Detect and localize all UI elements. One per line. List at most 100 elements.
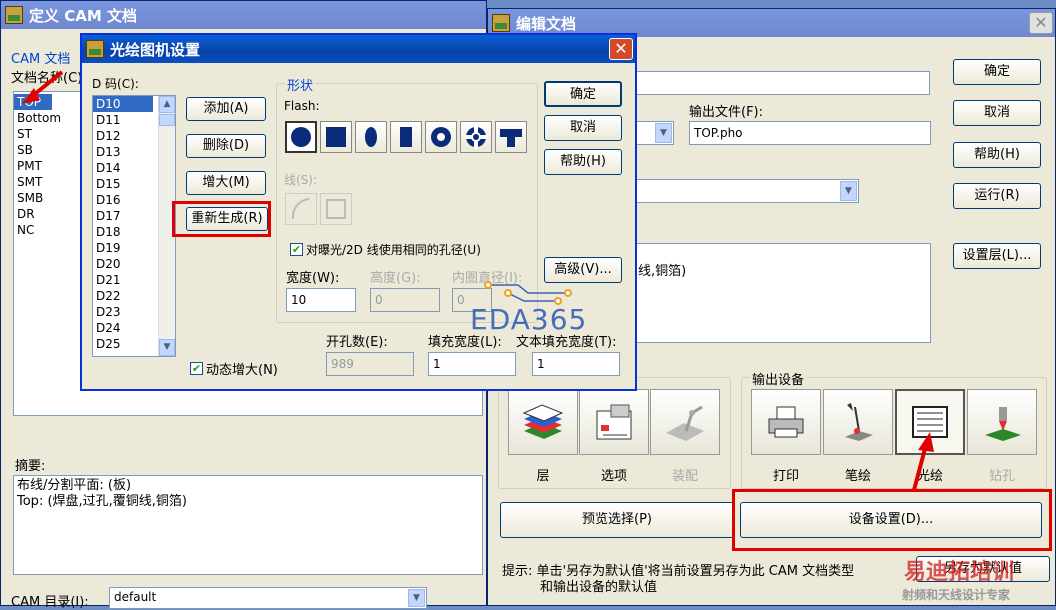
layer-summary-box: 线,铜箔) (634, 243, 931, 343)
chevron-down-icon[interactable]: ▼ (840, 181, 857, 201)
line-round-shape (285, 193, 317, 225)
photo-plotter-label: 光绘 (916, 469, 943, 484)
photo-plotter-device-button[interactable] (895, 389, 965, 455)
fill-width-label: 填充宽度(L): (428, 335, 502, 350)
photo-plotter-icon (912, 406, 948, 438)
pads-app-icon (86, 40, 104, 58)
chevron-down-icon[interactable]: ▼ (408, 589, 425, 607)
add-button[interactable]: 添加(A) (186, 97, 266, 121)
site-watermark-subtitle: 射频和天线设计专家 (902, 588, 1011, 602)
arc-icon (291, 198, 310, 220)
width-input[interactable]: 10 (286, 288, 356, 312)
output-file-input[interactable]: TOP.pho (689, 121, 931, 145)
dcode-label: D 码(C): (92, 77, 139, 91)
flash-shape-button[interactable] (425, 121, 457, 153)
cam-window-title: 定义 CAM 文档 (29, 6, 137, 25)
scroll-down-icon[interactable]: ▼ (159, 339, 175, 356)
site-watermark: 易迪拓培训 射频和天线设计专家 (900, 552, 1056, 606)
flash-shape-button[interactable] (460, 121, 492, 153)
rectangle-icon (400, 127, 412, 147)
drill-icon (985, 407, 1021, 441)
augment-button[interactable]: 增大(M) (186, 171, 266, 195)
square-outline-icon (326, 199, 346, 219)
assembly-customize-button (650, 389, 720, 455)
flash-label: Flash: (284, 99, 320, 113)
odd-shape-icon (500, 129, 522, 147)
plotter-dialog-titlebar[interactable]: 光绘图机设置 ✕ (82, 35, 635, 63)
run-button[interactable]: 运行(R) (953, 183, 1041, 209)
delete-button[interactable]: 删除(D) (186, 134, 266, 158)
hole-count-label: 开孔数(E): (326, 335, 388, 350)
width-label: 宽度(W): (286, 271, 340, 286)
options-customize-button[interactable] (579, 389, 649, 455)
layers-label: 层 (536, 469, 550, 484)
annular-icon (431, 127, 451, 147)
square-icon (326, 127, 346, 147)
thermal-icon (464, 125, 488, 149)
summary-line-2: Top: (焊盘,过孔,覆铜线,铜箔) (17, 494, 187, 509)
dcode-item[interactable]: D10 (93, 96, 153, 112)
edit-ok-button[interactable]: 确定 (953, 59, 1041, 85)
summary-line-1: 布线/分割平面: (板) (17, 478, 132, 493)
height-label: 高度(G): (370, 271, 421, 286)
scroll-up-icon[interactable]: ▲ (159, 96, 175, 113)
chevron-down-icon[interactable]: ▼ (655, 123, 672, 143)
summary-label: 摘要: (15, 459, 46, 474)
plotter-cancel-button[interactable]: 取消 (544, 115, 622, 141)
pen-plotter-label: 笔绘 (844, 469, 871, 484)
close-icon[interactable]: ✕ (1029, 12, 1053, 34)
plotter-dialog-title: 光绘图机设置 (110, 40, 201, 59)
layers-button[interactable]: 设置层(L)... (953, 243, 1041, 269)
layers-icon (522, 404, 564, 439)
scroll-thumb[interactable] (159, 114, 175, 126)
fill-width-input[interactable]: 1 (428, 352, 516, 376)
flash-shape-button[interactable] (355, 121, 387, 153)
close-icon[interactable]: ✕ (609, 38, 633, 60)
pen-plotter-device-button[interactable] (823, 389, 893, 455)
edit-help-button[interactable]: 帮助(H) (953, 142, 1041, 168)
hint-line-2: 和输出设备的默认值 (540, 580, 658, 595)
same-drill-label: 对曝光/2D 线使用相同的孔径(U) (306, 243, 481, 257)
regenerate-highlight (172, 201, 271, 237)
flash-shape-button[interactable] (390, 121, 422, 153)
dcode-list[interactable]: D10 D11 D12 D13 D14 D15 D16 D17 D18 D19 D20 D21 D22 D… (92, 95, 176, 357)
text-fill-width-input[interactable]: 1 (532, 352, 620, 376)
cam-dir-label: CAM 目录(I): (11, 595, 89, 610)
flash-shape-button[interactable] (285, 121, 317, 153)
print-device-button[interactable] (751, 389, 821, 455)
photo-plotter-setup-dialog: 光绘图机设置 ✕ D 码(C): D10 D11 D12 D13 D14 D15 D16 D1… (80, 33, 637, 391)
cam-document-item[interactable]: TOP (14, 94, 52, 110)
print-label: 打印 (772, 469, 799, 484)
pen-plotter-icon (845, 403, 873, 441)
drill-device-button (967, 389, 1037, 455)
edit-cancel-button[interactable]: 取消 (953, 100, 1041, 126)
cam-doc-group-label: CAM 文档 (11, 52, 71, 67)
layers-customize-button[interactable] (508, 389, 578, 455)
summary-box: 布线/分割平面: (板) Top: (焊盘,过孔,覆铜线,铜箔) (13, 475, 483, 575)
output-device-group-title: 输出设备 (750, 369, 807, 388)
fabrication-combo[interactable]: ▼ (634, 179, 859, 203)
options-icon (596, 404, 632, 440)
line-label: 线(S): (284, 173, 318, 187)
flash-shape-button[interactable] (495, 121, 527, 153)
cam-dir-value: default (114, 590, 157, 604)
line-square-shape (320, 193, 352, 225)
doc-type-combo[interactable]: ▼ (634, 121, 674, 145)
plotter-ok-button[interactable]: 确定 (544, 81, 622, 107)
auto-augment-checkbox[interactable]: ✔ (190, 362, 203, 375)
flash-shape-button[interactable] (320, 121, 352, 153)
preview-button[interactable]: 预览选择(P) (500, 502, 734, 538)
doc-name-label: 文档名称(C) (11, 71, 83, 86)
cam-window-titlebar[interactable]: 定义 CAM 文档 (1, 1, 486, 29)
options-label: 选项 (600, 469, 627, 484)
drill-label: 钻孔 (988, 469, 1015, 484)
text-fill-width-label: 文本填充宽度(T): (516, 335, 617, 350)
same-drill-checkbox[interactable]: ✔ (290, 243, 303, 256)
assembly-label: 装配 (671, 469, 698, 484)
edit-window-title: 编辑文档 (516, 14, 577, 33)
layer-summary-text: 线,铜箔) (638, 264, 687, 279)
oval-icon (365, 127, 377, 147)
doc-name-input[interactable] (634, 71, 930, 95)
plotter-help-button[interactable]: 帮助(H) (544, 149, 622, 175)
round-icon (291, 127, 311, 147)
